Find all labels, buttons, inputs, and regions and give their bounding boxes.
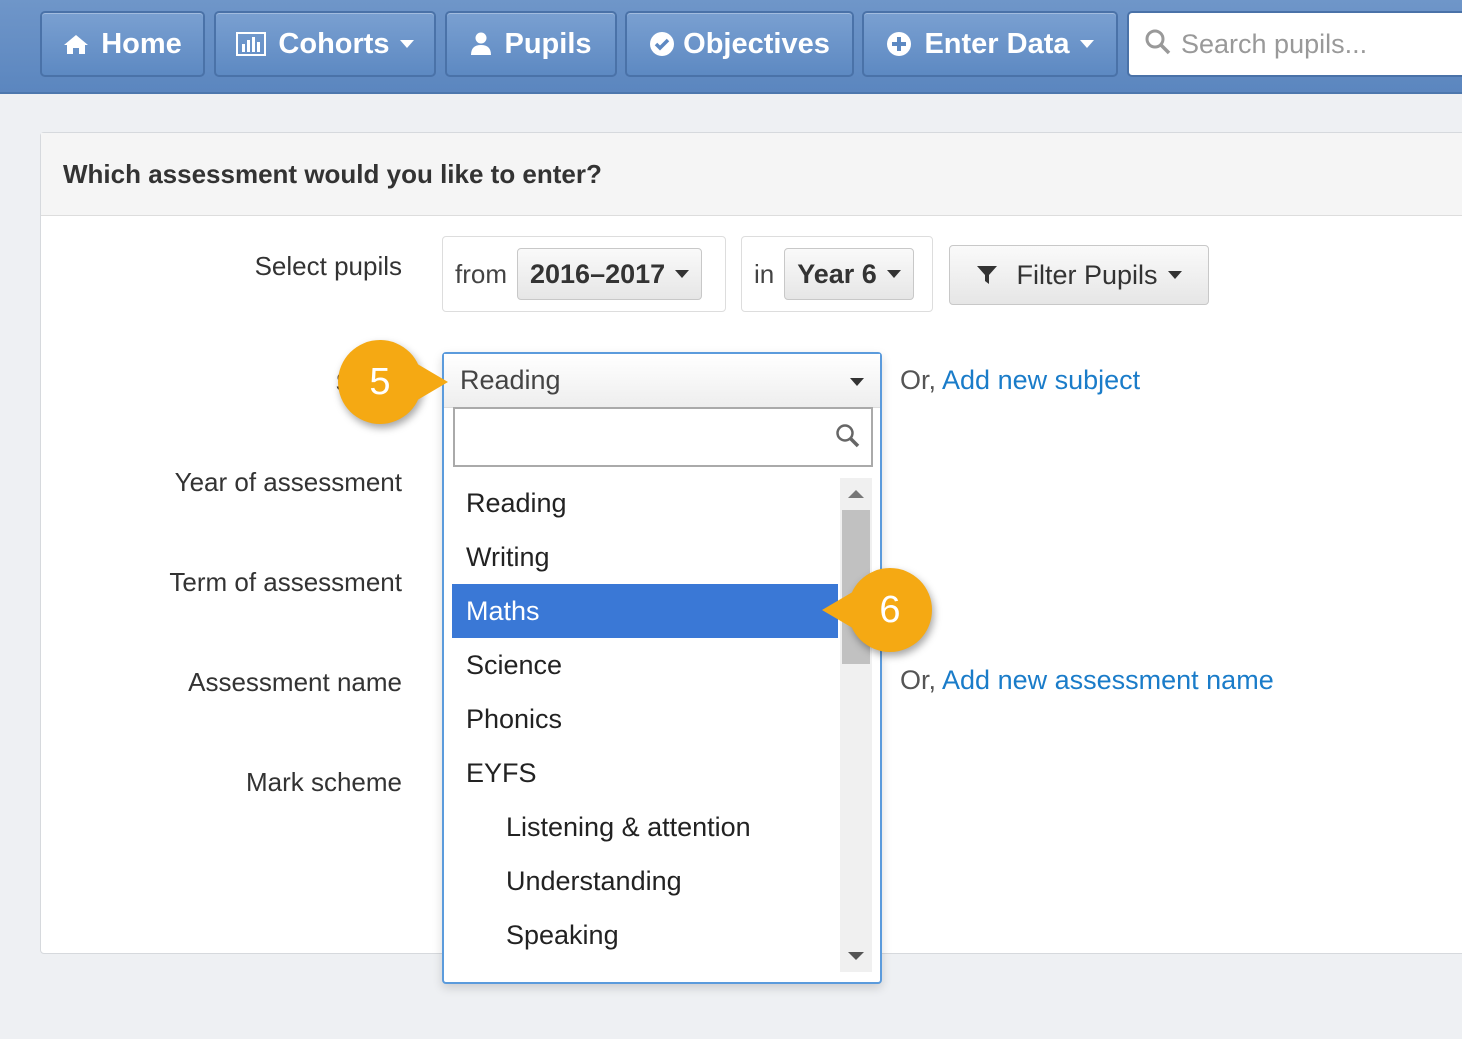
bar-chart-icon <box>236 32 267 56</box>
check-circle-icon <box>649 31 675 57</box>
search-icon <box>1145 29 1171 60</box>
mark-scheme-label: Mark scheme <box>245 767 402 797</box>
search-input[interactable] <box>1181 28 1461 60</box>
in-year-group: in Year 6 <box>741 236 933 312</box>
nav-enter-data-button[interactable]: Enter Data <box>862 11 1118 77</box>
step-number: 5 <box>369 360 391 403</box>
user-icon <box>470 32 492 56</box>
chevron-down-icon <box>675 270 690 278</box>
year-range-value: 2016–2017 <box>530 258 666 289</box>
filter-pupils-label: Filter Pupils <box>1016 259 1158 290</box>
step-callout-5: 5 <box>338 340 448 424</box>
subject-option[interactable]: Phonics <box>452 692 838 746</box>
subject-option[interactable]: Understanding <box>452 854 838 908</box>
subject-options-list: Reading Writing Maths Science Phonics EYFS Lis… <box>452 476 838 962</box>
subject-option[interactable]: Listening & attention <box>452 800 838 854</box>
subject-search-input[interactable] <box>463 409 823 463</box>
add-new-assessment-name-link[interactable]: Add new assessment name <box>942 665 1274 695</box>
step-callout-6: 6 <box>822 568 932 652</box>
search-icon <box>835 423 861 454</box>
filter-pupils-button[interactable]: Filter Pupils <box>949 245 1209 305</box>
search-pupils-box[interactable] <box>1127 11 1462 77</box>
or-text: Or, <box>900 365 937 395</box>
add-subject-row: Or, Add new subject <box>900 365 1140 396</box>
filter-icon <box>976 264 998 286</box>
year-range-dropdown[interactable]: 2016–2017 <box>517 248 703 300</box>
scroll-down-arrow-icon[interactable] <box>848 952 864 960</box>
nav-objectives-button[interactable]: Objectives <box>625 11 854 77</box>
scroll-up-arrow-icon[interactable] <box>848 490 864 498</box>
subject-option[interactable]: Reading <box>452 476 838 530</box>
assessment-name-label: Assessment name <box>188 667 402 697</box>
nav-cohorts-label: Cohorts <box>278 27 390 60</box>
or-text: Or, <box>900 665 937 695</box>
options-scrollbar[interactable] <box>840 478 872 972</box>
year-group-dropdown[interactable]: Year 6 <box>784 248 914 300</box>
from-label: from <box>455 258 507 289</box>
chevron-down-icon <box>886 270 901 278</box>
subject-option[interactable]: Maths <box>452 584 838 638</box>
add-assessment-row: Or, Add new assessment name <box>900 665 1274 696</box>
home-icon <box>63 33 89 55</box>
subject-option[interactable]: Science <box>452 638 838 692</box>
year-of-assessment-label: Year of assessment <box>174 467 402 497</box>
callout-pointer <box>414 362 448 402</box>
nav-home-label: Home <box>101 27 182 60</box>
from-year-group: from 2016–2017 <box>442 236 726 312</box>
year-group-value: Year 6 <box>797 258 877 289</box>
chevron-down-icon <box>850 378 864 386</box>
in-label: in <box>754 258 775 289</box>
chevron-down-icon <box>1167 271 1182 279</box>
nav-cohorts-button[interactable]: Cohorts <box>214 11 436 77</box>
nav-objectives-label: Objectives <box>683 27 830 60</box>
nav-pupils-label: Pupils <box>504 27 592 60</box>
chevron-down-icon <box>1079 40 1094 48</box>
nav-home-button[interactable]: Home <box>40 11 205 77</box>
subject-option[interactable]: EYFS <box>452 746 838 800</box>
plus-circle-icon <box>886 31 912 57</box>
subject-selected-value: Reading <box>460 365 561 395</box>
select-pupils-label: Select pupils <box>254 251 402 281</box>
panel-title: Which assessment would you like to enter… <box>41 133 1462 216</box>
nav-pupils-button[interactable]: Pupils <box>445 11 617 77</box>
top-navbar: Home Cohorts Pupils Objectives Enter Dat… <box>0 0 1462 94</box>
subject-option[interactable]: Writing <box>452 530 838 584</box>
subject-option[interactable]: Speaking <box>452 908 838 962</box>
callout-pointer <box>822 590 856 630</box>
chevron-down-icon <box>399 40 414 48</box>
subject-select[interactable]: Reading Reading Writing Maths Science Phonic… <box>442 352 882 984</box>
add-new-subject-link[interactable]: Add new subject <box>942 365 1140 395</box>
step-number: 6 <box>879 588 901 631</box>
subject-search-field[interactable] <box>453 407 873 467</box>
term-of-assessment-label: Term of assessment <box>169 567 402 597</box>
subject-select-current[interactable]: Reading <box>444 354 880 408</box>
nav-enter-data-label: Enter Data <box>924 27 1070 60</box>
